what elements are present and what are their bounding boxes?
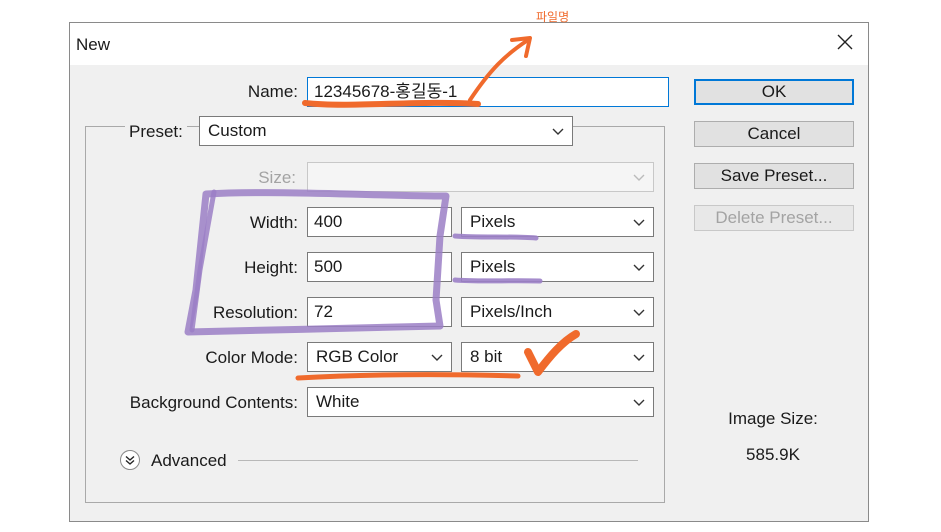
height-label: Height:: [244, 258, 298, 277]
resolution-input[interactable]: 72: [307, 297, 452, 327]
chevron-down-icon: [633, 354, 645, 361]
height-unit-value: Pixels: [470, 257, 516, 276]
size-select: [307, 162, 654, 192]
name-input[interactable]: 12345678-홍길동-1: [307, 77, 669, 107]
chevron-down-icon: [633, 219, 645, 226]
preset-label: Preset:: [125, 122, 187, 142]
resolution-label: Resolution:: [212, 303, 298, 322]
ok-button[interactable]: OK: [694, 79, 854, 105]
chevron-down-icon: [633, 309, 645, 316]
preset-select[interactable]: Custom: [199, 116, 573, 146]
width-label: Width:: [249, 213, 298, 232]
size-label: Size:: [258, 168, 296, 187]
resolution-unit-value: Pixels/Inch: [470, 302, 553, 321]
bit-depth-value: 8 bit: [470, 347, 503, 366]
chevron-down-icon: [552, 128, 564, 135]
advanced-divider: [238, 460, 638, 461]
background-select[interactable]: White: [307, 387, 654, 417]
height-input[interactable]: 500: [307, 252, 452, 282]
width-unit-select[interactable]: Pixels: [461, 207, 654, 237]
title-bar: New: [70, 23, 868, 65]
chevron-down-icon: [633, 264, 645, 271]
preset-select-value: Custom: [208, 121, 267, 140]
image-size-label: Image Size:: [728, 409, 818, 428]
background-label: Background Contents:: [129, 393, 298, 412]
new-document-dialog: New Name: 12345678-홍길동-1 Preset: Custom …: [69, 22, 869, 522]
cancel-button[interactable]: Cancel: [694, 121, 854, 147]
name-label: Name:: [247, 82, 298, 101]
chevron-down-icon: [633, 174, 645, 181]
color-mode-value: RGB Color: [316, 347, 399, 366]
chevron-down-icon: [633, 399, 645, 406]
image-size-value: 585.9K: [746, 445, 800, 464]
delete-preset-button: Delete Preset...: [694, 205, 854, 231]
background-value: White: [316, 392, 360, 411]
width-unit-value: Pixels: [470, 212, 516, 231]
height-unit-select[interactable]: Pixels: [461, 252, 654, 282]
expand-advanced-icon[interactable]: [119, 449, 141, 471]
width-input[interactable]: 400: [307, 207, 452, 237]
close-icon[interactable]: [834, 31, 856, 53]
bit-depth-select[interactable]: 8 bit: [461, 342, 654, 372]
dialog-title: New: [76, 35, 111, 54]
annotation-filename-label: 파일명: [536, 10, 570, 24]
chevron-down-icon: [431, 354, 443, 361]
resolution-unit-select[interactable]: Pixels/Inch: [461, 297, 654, 327]
save-preset-button[interactable]: Save Preset...: [694, 163, 854, 189]
advanced-label[interactable]: Advanced: [151, 451, 227, 471]
color-mode-label: Color Mode:: [205, 348, 298, 367]
color-mode-select[interactable]: RGB Color: [307, 342, 452, 372]
